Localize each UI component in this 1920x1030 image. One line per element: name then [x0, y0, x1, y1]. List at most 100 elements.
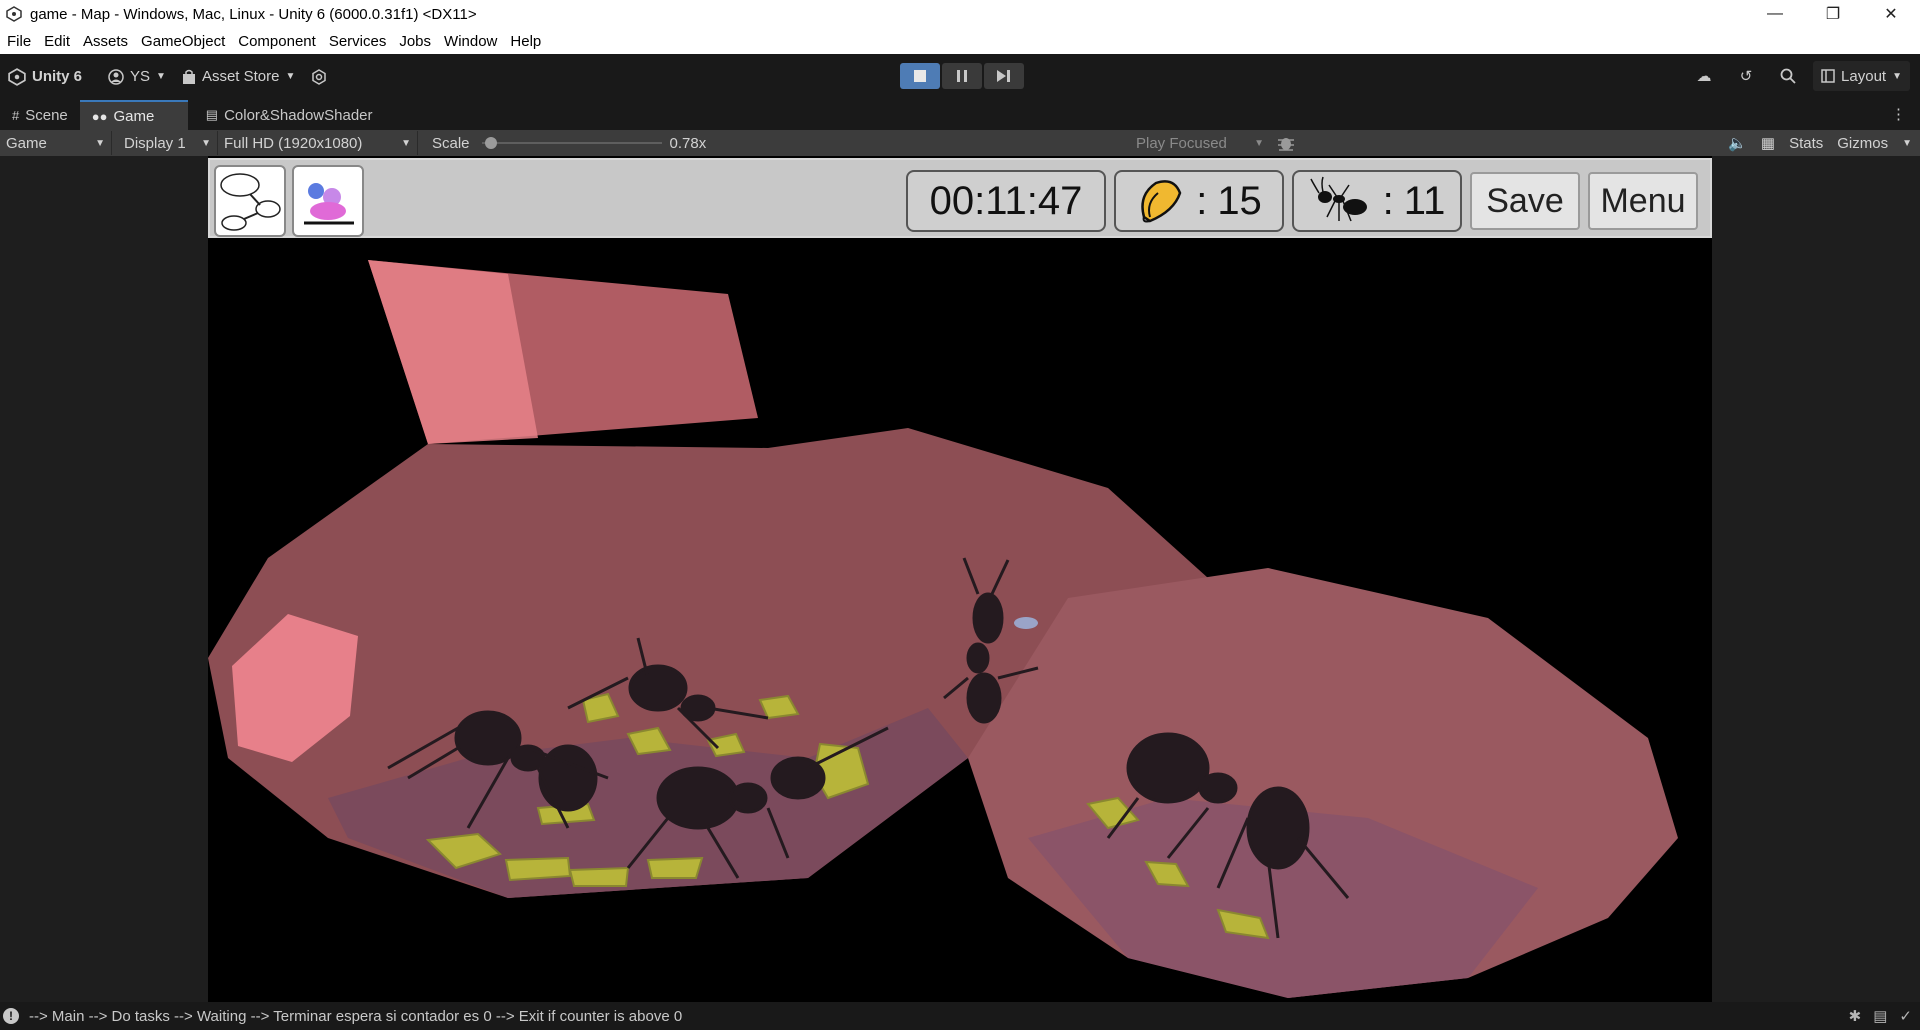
chevron-down-icon: ▼ [285, 71, 296, 82]
document-icon: ▤ [205, 107, 219, 122]
menu-services[interactable]: Services [329, 33, 387, 50]
package-settings-button[interactable] [303, 62, 335, 92]
pause-button[interactable] [942, 63, 982, 89]
tab-shader-label: Color&ShadowShader [224, 106, 373, 124]
stop-icon [914, 70, 926, 82]
scale-slider[interactable] [481, 133, 662, 153]
restore-icon: ❐ [1825, 6, 1841, 23]
menu-bar: File Edit Assets GameObject Component Se… [0, 28, 1920, 54]
chevron-down-icon: ▼ [1892, 70, 1902, 82]
history-icon: ↺ [1739, 68, 1753, 85]
layout-icon [1821, 69, 1835, 83]
seed-counter: : 15 [1114, 170, 1284, 232]
chevron-down-icon: ▼ [1254, 137, 1264, 149]
unity-button[interactable]: Unity 6 [0, 62, 90, 92]
asset-store-dropdown[interactable]: Asset Store ▼ [174, 62, 303, 92]
resolution-dropdown-label: Full HD (1920x1080) [224, 134, 363, 152]
timer-display: 00:11:47 [906, 170, 1106, 232]
minimize-icon: — [1767, 5, 1783, 22]
step-button[interactable] [984, 63, 1024, 89]
cache-icon[interactable]: ▤ [1873, 1007, 1887, 1025]
chevron-down-icon: ▼ [95, 137, 105, 149]
asset-store-label: Asset Store [201, 68, 280, 85]
menu-file[interactable]: File [7, 33, 31, 50]
ant-nest-scene [208, 260, 1678, 998]
menu-assets[interactable]: Assets [83, 33, 128, 50]
minimize-button[interactable]: — [1746, 0, 1804, 28]
chevron-down-icon[interactable]: ▼ [1902, 138, 1912, 149]
unity-label: Unity 6 [32, 68, 83, 85]
timer-text: 00:11:47 [929, 178, 1083, 223]
menu-edit[interactable]: Edit [44, 33, 70, 50]
play-focused-label: Play Focused [1136, 134, 1227, 152]
tab-game-label: Game [113, 107, 155, 125]
seed-separator: : [1196, 178, 1208, 223]
tab-game[interactable]: ●● Game [79, 100, 188, 130]
display-dropdown[interactable]: Display 1 ▼ [112, 131, 218, 155]
tab-color-shadow-shader[interactable]: ▤ Color&ShadowShader [194, 100, 385, 130]
save-button[interactable]: Save [1470, 172, 1580, 230]
seed-count: 15 [1217, 178, 1262, 223]
play-controls [900, 63, 1024, 89]
restore-button[interactable]: ❐ [1804, 0, 1862, 28]
game-toolbar-right: 🔈 ▦ Stats Gizmos ▼ [1728, 130, 1912, 156]
stop-play-button[interactable] [900, 63, 940, 89]
step-icon [997, 70, 1010, 82]
gear-icon [312, 68, 327, 85]
editor-tabs: # Scene ●● Game ▤ Color&ShadowShader ⋮ [0, 99, 1920, 130]
ant-count: 11 [1403, 178, 1446, 223]
game-view-toolbar: Game ▼ Display 1 ▼ Full HD (1920x1080) ▼… [0, 130, 1920, 156]
menu-window[interactable]: Window [444, 33, 497, 50]
map-graph-button[interactable] [214, 165, 286, 237]
graph-nodes-icon [220, 173, 281, 231]
scale-slider-thumb[interactable] [484, 137, 497, 149]
account-dropdown[interactable]: YS ▼ [100, 62, 174, 92]
grid-icon: # [12, 107, 20, 123]
view-dropdown[interactable]: Game ▼ [0, 131, 112, 155]
chevron-down-icon: ▼ [156, 71, 166, 82]
status-message[interactable]: --> Main --> Do tasks --> Waiting --> Te… [29, 1008, 682, 1025]
window-title: game - Map - Windows, Mac, Linux - Unity… [30, 5, 477, 23]
ant-icon [1310, 176, 1367, 222]
search-button[interactable] [1771, 61, 1805, 91]
game-screen[interactable]: 00:11:47 : 15 : 11 Save Menu [208, 156, 1712, 1002]
ant-separator: : [1382, 178, 1394, 223]
display-dropdown-label: Display 1 [124, 134, 186, 152]
ant-counter: : 11 [1292, 170, 1462, 232]
scale-slider-track [481, 142, 662, 144]
resolution-dropdown[interactable]: Full HD (1920x1080) ▼ [218, 131, 418, 155]
cloud-button[interactable]: ☁ [1687, 61, 1721, 91]
pause-icon [957, 70, 967, 82]
bug-icon[interactable] [1276, 134, 1296, 152]
gizmos-button[interactable]: Gizmos [1837, 135, 1888, 152]
view-dropdown-label: Game [6, 134, 47, 152]
stats-button[interactable]: Stats [1789, 135, 1823, 152]
color-blobs-icon [304, 183, 354, 225]
close-button[interactable]: ✕ [1862, 0, 1920, 28]
check-circle-icon[interactable]: ✓ [1899, 1007, 1912, 1025]
menu-button[interactable]: Menu [1588, 172, 1698, 230]
menu-help[interactable]: Help [510, 33, 541, 50]
status-right-icons: ✱ ▤ ✓ [1849, 1007, 1912, 1025]
menu-component[interactable]: Component [238, 33, 316, 50]
debug-icon[interactable]: ✱ [1849, 1007, 1862, 1025]
menu-jobs[interactable]: Jobs [399, 33, 431, 50]
cloud-icon: ☁ [1696, 68, 1712, 85]
audio-icon[interactable]: 🔈 [1728, 134, 1747, 152]
history-button[interactable]: ↺ [1729, 61, 1763, 91]
title-bar: game - Map - Windows, Mac, Linux - Unity… [0, 0, 1920, 28]
aspect-grid-icon[interactable]: ▦ [1761, 134, 1775, 152]
more-options-icon[interactable]: ⋮ [1891, 105, 1906, 123]
search-icon [1780, 68, 1796, 84]
scale-label: Scale [432, 134, 470, 152]
account-icon [108, 68, 124, 85]
shopping-bag-icon [182, 69, 195, 84]
play-focused-dropdown[interactable]: Play Focused ▼ [1130, 131, 1270, 155]
info-icon: ! [3, 1008, 19, 1024]
color-layers-button[interactable] [292, 165, 364, 237]
menu-gameobject[interactable]: GameObject [141, 33, 225, 50]
tab-scene[interactable]: # Scene [0, 100, 80, 130]
layout-dropdown[interactable]: Layout ▼ [1813, 61, 1910, 91]
toolbar-right: ☁ ↺ Layout ▼ [1687, 61, 1910, 91]
chevron-down-icon: ▼ [401, 137, 411, 149]
